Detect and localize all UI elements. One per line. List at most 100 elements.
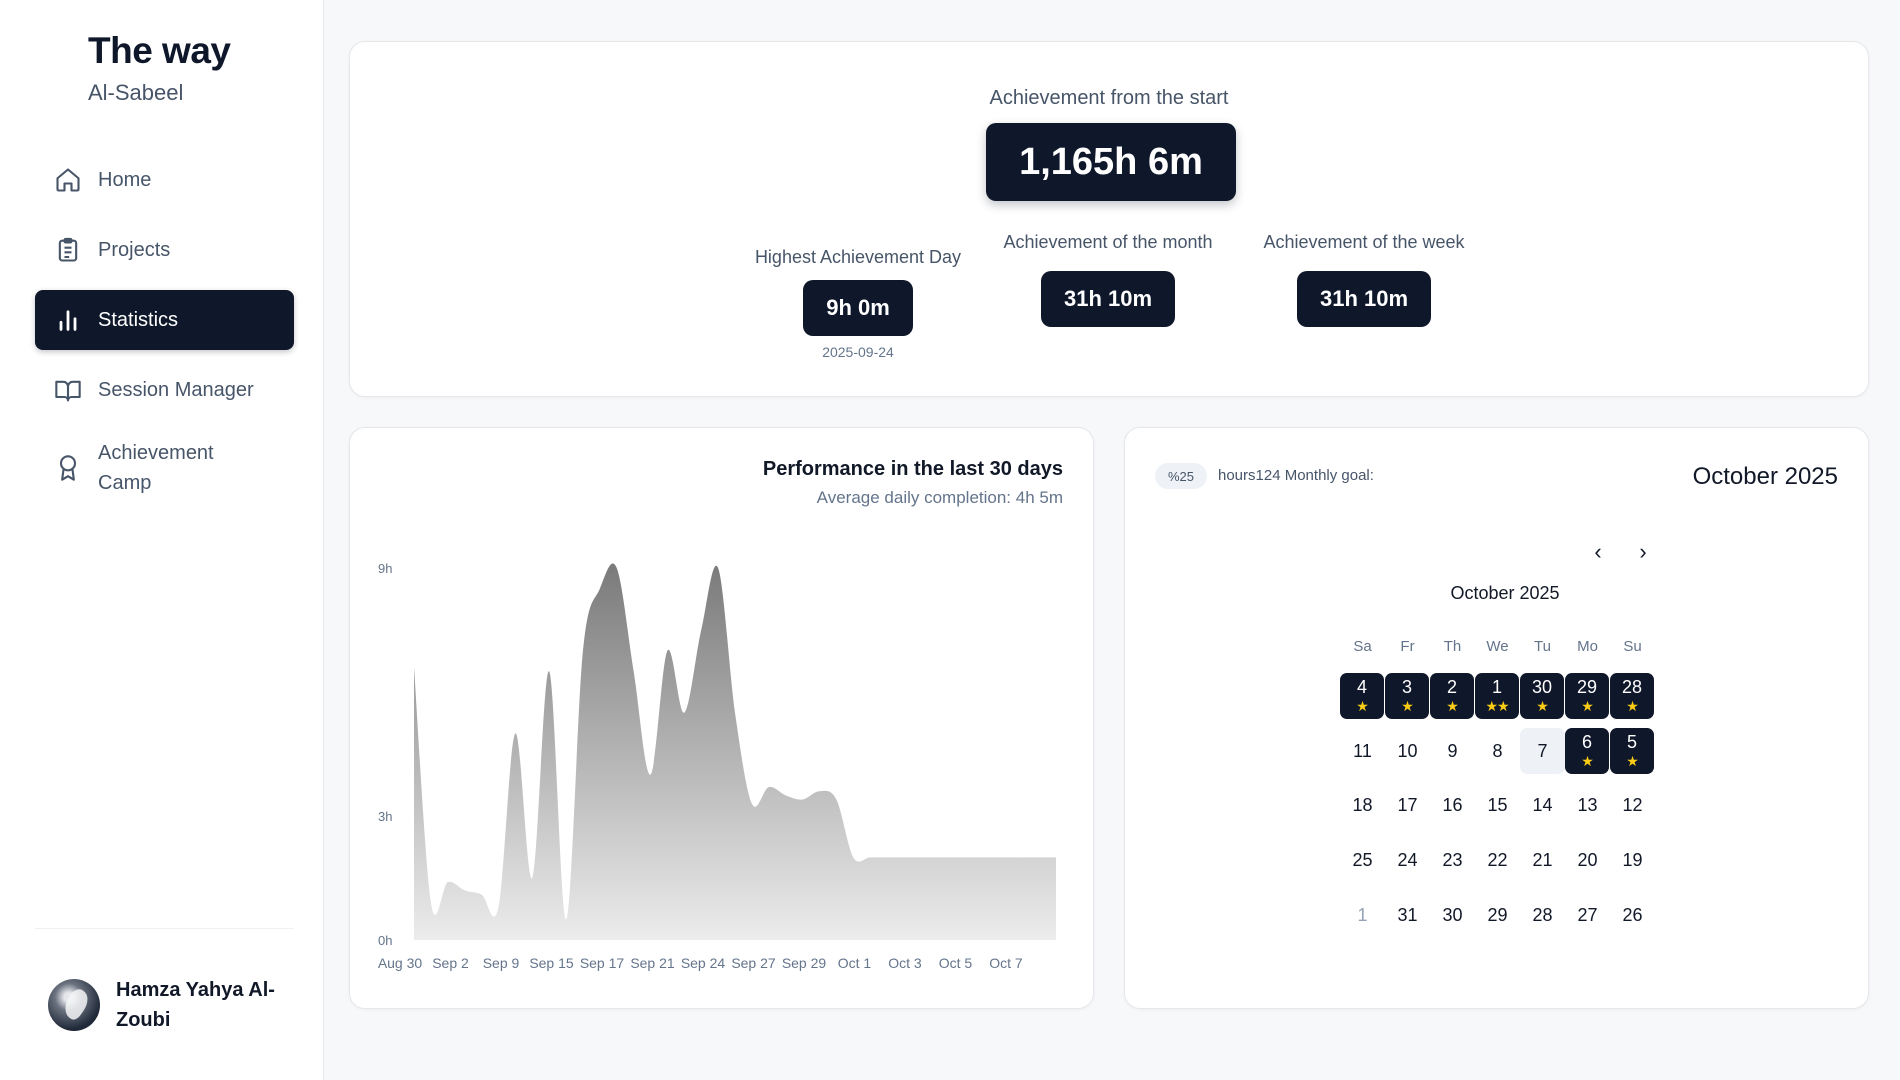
weekday-label: Fr [1400, 638, 1415, 655]
avatar[interactable] [48, 979, 100, 1031]
calendar-day-number: 29 [1487, 904, 1508, 925]
calendar-day-number: 8 [1492, 740, 1503, 761]
sidebar-item-label: Home [98, 169, 152, 191]
calendar-day[interactable]: 14 [1520, 782, 1565, 828]
weekday-label: Sa [1353, 638, 1372, 655]
calendar-day[interactable]: 11 [1340, 728, 1385, 774]
x-tick-label: Oct 1 [838, 955, 872, 971]
x-tick-label: Sep 29 [782, 955, 827, 971]
calendar-day[interactable]: 22 [1475, 837, 1520, 883]
x-tick-label: Sep 17 [580, 955, 625, 971]
calendar-day[interactable]: 12 [1610, 782, 1655, 828]
calendar-day-number: 10 [1397, 740, 1418, 761]
calendar-day[interactable]: 27 [1565, 892, 1610, 938]
sidebar-item-label: Session Manager [98, 379, 254, 401]
calendar-day-number: 14 [1532, 794, 1553, 815]
weekday-label: Su [1623, 638, 1642, 655]
calendar-day[interactable]: 13 [1565, 782, 1610, 828]
weekday-label: Th [1443, 638, 1462, 655]
calendar-day-number: 15 [1487, 794, 1508, 815]
calendar-day-number: 19 [1622, 849, 1643, 870]
y-tick-label: 9h [378, 561, 392, 576]
star-icon: ★ [1626, 753, 1639, 769]
star-icon: ★ [1356, 698, 1369, 714]
sidebar-item-label: Achievement Camp [98, 442, 214, 494]
calendar-day[interactable]: 16 [1430, 782, 1475, 828]
calendar-day[interactable]: 1 ★★ [1475, 673, 1519, 719]
next-month-button[interactable]: › [1629, 538, 1657, 566]
sidebar-item-achievement-camp[interactable]: Achievement Camp [35, 430, 294, 506]
x-tick-label: Sep 27 [731, 955, 776, 971]
calendar-day[interactable]: 24 [1385, 837, 1430, 883]
calendar-day[interactable]: 21 [1520, 837, 1565, 883]
sidebar-item-statistics[interactable]: Statistics [35, 290, 294, 350]
month-stat: Achievement of the month 31h 10m [998, 232, 1218, 327]
sidebar-item-session-manager[interactable]: Session Manager [35, 360, 294, 420]
x-tick-label: Oct 7 [989, 955, 1023, 971]
x-tick-label: Sep 24 [681, 955, 726, 971]
calendar-month-label: October 2025 [1450, 583, 1560, 603]
calendar-day[interactable]: 8 [1475, 728, 1520, 774]
calendar-day[interactable]: 5 ★ [1610, 728, 1654, 774]
user-name: Hamza Yahya Al-Zoubi [116, 979, 275, 1031]
calendar-day[interactable]: 26 [1610, 892, 1655, 938]
y-tick-label: 0h [378, 933, 392, 948]
calendar-week-row: 18 17 16 15 14 13 12 [1340, 782, 1655, 828]
calendar-day-number: 29 [1576, 677, 1598, 697]
calendar-day[interactable]: 30 [1430, 892, 1475, 938]
calendar-day[interactable]: 28 [1520, 892, 1565, 938]
calendar-day-number: 11 [1353, 740, 1372, 761]
calendar-day-number: 2 [1446, 677, 1457, 697]
calendar-day[interactable]: 2 ★ [1430, 673, 1474, 719]
calendar-day[interactable]: 10 [1385, 728, 1430, 774]
book-icon [54, 376, 82, 404]
calendar-day[interactable]: 17 [1385, 782, 1430, 828]
week-stat: Achievement of the week 31h 10m [1254, 232, 1474, 327]
star-icon: ★★ [1485, 698, 1509, 714]
chevron-left-icon: ‹ [1594, 539, 1602, 564]
calendar-day[interactable]: 20 [1565, 837, 1610, 883]
calendar-day-number: 31 [1397, 904, 1418, 925]
user-profile[interactable]: Hamza Yahya Al-Zoubi [48, 975, 286, 1035]
calendar-day[interactable]: 29 ★ [1565, 673, 1609, 719]
x-tick-label: Oct 3 [888, 955, 922, 971]
sidebar-item-home[interactable]: Home [35, 150, 294, 210]
calendar-day-number: 25 [1352, 849, 1373, 870]
calendar-day-number: 1 [1491, 677, 1502, 697]
calendar-day[interactable]: 6 ★ [1565, 728, 1609, 774]
week-value: 31h 10m [1297, 271, 1431, 327]
calendar-day-number: 18 [1352, 794, 1373, 815]
brand-title: The way [88, 30, 231, 71]
calendar-day[interactable]: 23 [1430, 837, 1475, 883]
calendar-week-row: 1 31 30 29 28 27 26 [1340, 892, 1655, 938]
calendar-day[interactable]: 7 [1520, 728, 1565, 774]
calendar-day[interactable]: 30 ★ [1520, 673, 1564, 719]
total-achievement-value: 1,165h 6m [986, 123, 1236, 201]
calendar-day-number: 23 [1442, 849, 1463, 870]
calendar-day-number: 3 [1401, 677, 1412, 697]
star-icon: ★ [1581, 753, 1594, 769]
sidebar-item-projects[interactable]: Projects [35, 220, 294, 280]
calendar-day[interactable]: 15 [1475, 782, 1520, 828]
calendar-day[interactable]: 25 [1340, 837, 1385, 883]
goal-text: hours124 Monthly goal: [1218, 467, 1374, 484]
calendar-day-number: 6 [1581, 732, 1592, 752]
calendar-day[interactable]: 3 ★ [1385, 673, 1429, 719]
star-icon: ★ [1536, 698, 1549, 714]
calendar-day[interactable]: 1 [1340, 892, 1385, 938]
best-day-value: 9h 0m [803, 280, 913, 336]
calendar-day[interactable]: 9 [1430, 728, 1475, 774]
calendar-day-number: 28 [1532, 904, 1553, 925]
calendar-day[interactable]: 28 ★ [1610, 673, 1654, 719]
calendar-card: %25 hours124 Monthly goal: October 2025 … [1124, 427, 1869, 1009]
calendar-day-number: 28 [1621, 677, 1643, 697]
prev-month-button[interactable]: ‹ [1584, 538, 1612, 566]
calendar-day[interactable]: 19 [1610, 837, 1655, 883]
goal-percent-badge: %25 [1155, 463, 1207, 489]
calendar-day[interactable]: 18 [1340, 782, 1385, 828]
award-icon [54, 454, 82, 482]
calendar-day[interactable]: 29 [1475, 892, 1520, 938]
calendar-day[interactable]: 4 ★ [1340, 673, 1384, 719]
star-icon: ★ [1446, 698, 1459, 714]
calendar-day[interactable]: 31 [1385, 892, 1430, 938]
